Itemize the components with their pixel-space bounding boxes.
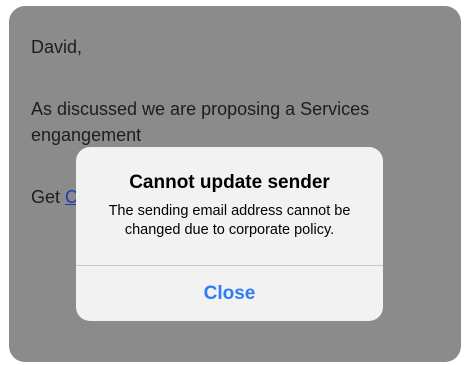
alert-title: Cannot update sender [129, 172, 330, 193]
email-get-line: Get C [31, 184, 78, 210]
screen: David, As discussed we are proposing a S… [0, 0, 465, 365]
alert-dialog: Cannot update sender The sending email a… [76, 147, 383, 321]
email-message: As discussed we are proposing a Services… [31, 99, 370, 145]
email-get-prefix: Get [31, 187, 66, 207]
email-greeting: David, [31, 37, 83, 57]
alert-message: The sending email address cannot be chan… [108, 203, 351, 238]
close-button[interactable]: Close [76, 266, 383, 321]
